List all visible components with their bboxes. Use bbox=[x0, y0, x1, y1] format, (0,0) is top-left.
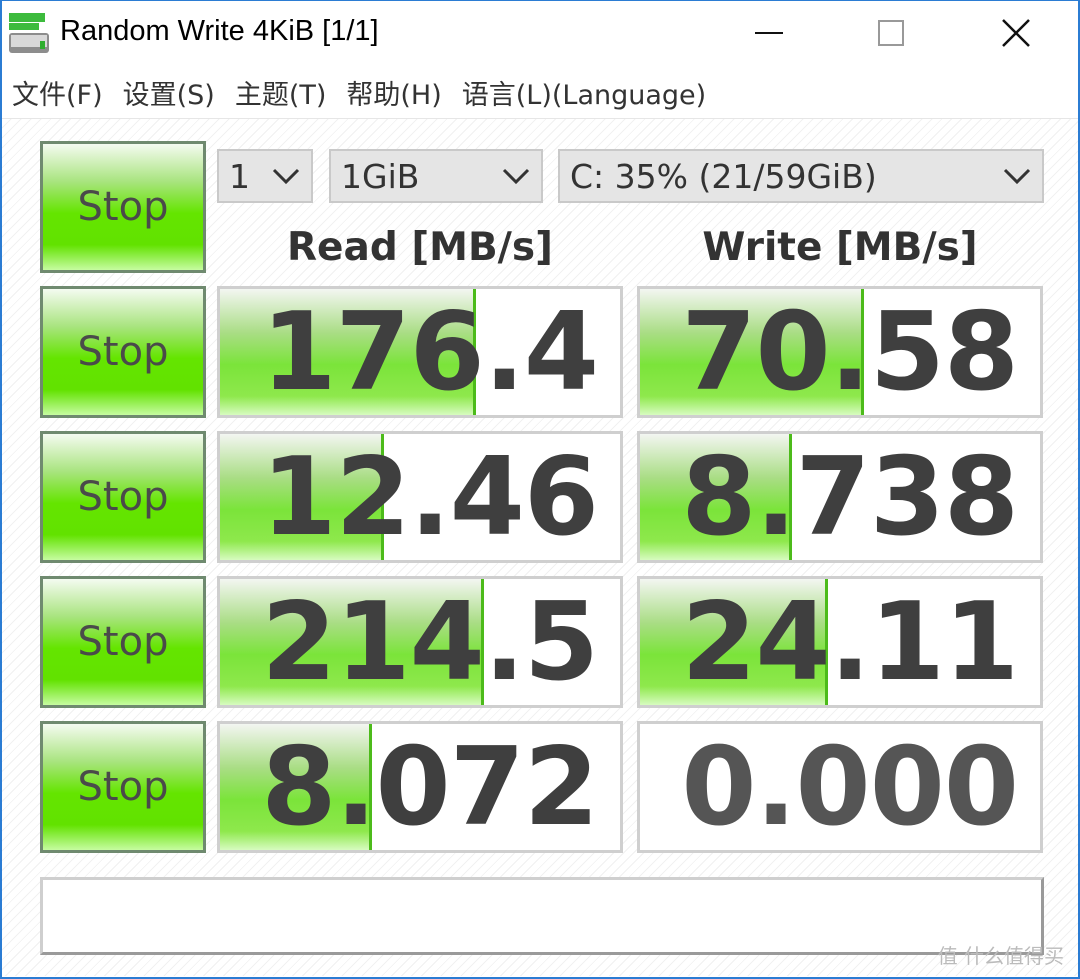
drive-value: C: 35% (21/59GiB) bbox=[570, 156, 877, 196]
write-value: 8.738 bbox=[681, 434, 1019, 560]
read-result-cell: 176.4 bbox=[217, 286, 623, 418]
maximize-icon bbox=[878, 20, 904, 46]
read-value: 214.5 bbox=[261, 579, 599, 705]
menu-bar: 文件(F) 设置(S) 主题(T) 帮助(H) 语言(L)(Language) bbox=[2, 67, 1078, 117]
write-value: 24.11 bbox=[681, 579, 1019, 705]
write-value: 0.000 bbox=[681, 724, 1019, 850]
write-header: Write [MB/s] bbox=[702, 225, 978, 270]
row-stop-button[interactable]: Stop bbox=[40, 286, 206, 418]
write-result-cell: 8.738 bbox=[637, 431, 1043, 563]
row-stop-button[interactable]: Stop bbox=[40, 721, 206, 853]
app-window: Random Write 4KiB [1/1] 文件(F) 设置(S) 主题(T… bbox=[0, 0, 1080, 979]
read-result-cell: 214.5 bbox=[217, 576, 623, 708]
read-result-cell: 8.072 bbox=[217, 721, 623, 853]
disk-app-icon bbox=[9, 13, 49, 53]
write-result-cell: 70.58 bbox=[637, 286, 1043, 418]
read-value: 8.072 bbox=[261, 724, 599, 850]
read-value: 176.4 bbox=[261, 289, 599, 415]
drive-select[interactable]: C: 35% (21/59GiB) bbox=[558, 149, 1044, 203]
menu-help[interactable]: 帮助(H) bbox=[346, 73, 441, 112]
main-panel: Stop 1 1GiB C: 35% (21/59GiB) Read [MB/s… bbox=[2, 118, 1078, 976]
window-title: Random Write 4KiB [1/1] bbox=[60, 15, 379, 47]
menu-theme[interactable]: 主题(T) bbox=[235, 73, 327, 112]
watermark: 值 什么值得买 bbox=[937, 944, 1064, 968]
chevron-down-icon bbox=[502, 168, 530, 185]
all-stop-button[interactable]: Stop bbox=[40, 141, 206, 273]
write-value: 70.58 bbox=[681, 289, 1019, 415]
menu-file[interactable]: 文件(F) bbox=[12, 73, 103, 112]
read-value: 12.46 bbox=[261, 434, 599, 560]
write-result-cell: 24.11 bbox=[637, 576, 1043, 708]
maximize-button[interactable] bbox=[831, 1, 951, 65]
chevron-down-icon bbox=[1003, 168, 1031, 185]
row-stop-button[interactable]: Stop bbox=[40, 576, 206, 708]
minimize-button[interactable] bbox=[709, 1, 829, 65]
title-bar[interactable]: Random Write 4KiB [1/1] bbox=[2, 1, 1078, 65]
status-bar bbox=[40, 877, 1044, 955]
row-stop-button[interactable]: Stop bbox=[40, 431, 206, 563]
test-size-value: 1GiB bbox=[341, 156, 420, 196]
read-result-cell: 12.46 bbox=[217, 431, 623, 563]
read-header: Read [MB/s] bbox=[287, 225, 553, 270]
menu-settings[interactable]: 设置(S) bbox=[123, 73, 215, 112]
write-result-cell: 0.000 bbox=[637, 721, 1043, 853]
chevron-down-icon bbox=[272, 168, 300, 185]
test-size-select[interactable]: 1GiB bbox=[329, 149, 543, 203]
test-count-select[interactable]: 1 bbox=[217, 149, 313, 203]
close-icon bbox=[1002, 19, 1030, 47]
test-count-value: 1 bbox=[229, 156, 250, 196]
menu-language[interactable]: 语言(L)(Language) bbox=[462, 73, 706, 112]
minimize-icon bbox=[755, 32, 783, 34]
close-button[interactable] bbox=[956, 1, 1076, 65]
